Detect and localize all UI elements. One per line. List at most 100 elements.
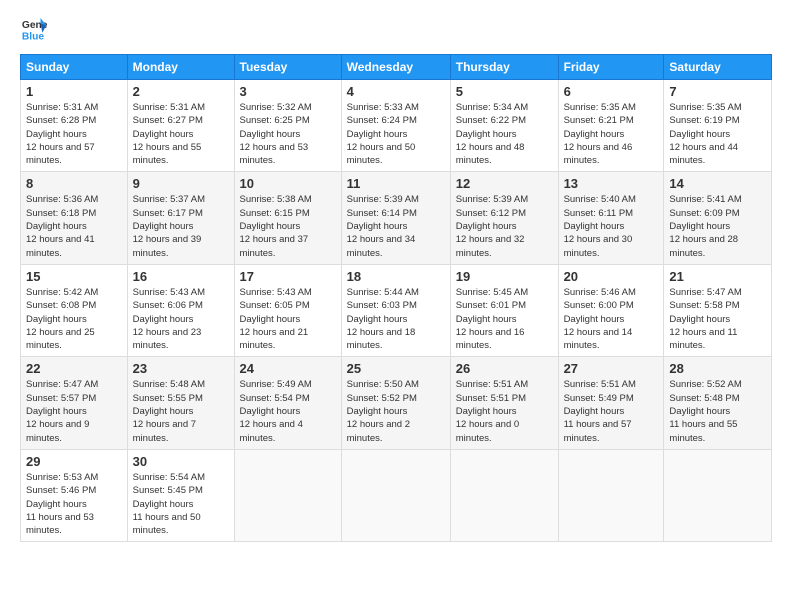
day-info: Sunrise: 5:32 AMSunset: 6:25 PMDaylight … [240, 102, 312, 166]
day-number: 13 [564, 176, 659, 191]
day-info: Sunrise: 5:47 AMSunset: 5:57 PMDaylight … [26, 379, 98, 443]
day-number: 21 [669, 269, 766, 284]
day-number: 24 [240, 361, 336, 376]
day-number: 10 [240, 176, 336, 191]
calendar-cell: 5 Sunrise: 5:34 AMSunset: 6:22 PMDaylight… [450, 80, 558, 172]
day-info: Sunrise: 5:38 AMSunset: 6:15 PMDaylight … [240, 194, 312, 258]
day-number: 11 [347, 176, 445, 191]
day-number: 20 [564, 269, 659, 284]
day-number: 15 [26, 269, 122, 284]
day-info: Sunrise: 5:37 AMSunset: 6:17 PMDaylight … [133, 194, 205, 258]
day-info: Sunrise: 5:34 AMSunset: 6:22 PMDaylight … [456, 102, 528, 166]
weekday-header: Tuesday [234, 55, 341, 80]
day-info: Sunrise: 5:47 AMSunset: 5:58 PMDaylight … [669, 287, 741, 351]
weekday-header: Thursday [450, 55, 558, 80]
weekday-header: Wednesday [341, 55, 450, 80]
calendar-cell: 8 Sunrise: 5:36 AMSunset: 6:18 PMDaylight… [21, 172, 128, 264]
day-info: Sunrise: 5:33 AMSunset: 6:24 PMDaylight … [347, 102, 419, 166]
day-number: 17 [240, 269, 336, 284]
day-info: Sunrise: 5:41 AMSunset: 6:09 PMDaylight … [669, 194, 741, 258]
day-info: Sunrise: 5:50 AMSunset: 5:52 PMDaylight … [347, 379, 419, 443]
calendar-cell: 28 Sunrise: 5:52 AMSunset: 5:48 PMDayligh… [664, 357, 772, 449]
calendar-cell: 17 Sunrise: 5:43 AMSunset: 6:05 PMDayligh… [234, 264, 341, 356]
day-number: 9 [133, 176, 229, 191]
day-number: 14 [669, 176, 766, 191]
day-info: Sunrise: 5:51 AMSunset: 5:49 PMDaylight … [564, 379, 636, 443]
calendar-table: SundayMondayTuesdayWednesdayThursdayFrid… [20, 54, 772, 542]
calendar-cell: 25 Sunrise: 5:50 AMSunset: 5:52 PMDayligh… [341, 357, 450, 449]
day-number: 25 [347, 361, 445, 376]
day-number: 7 [669, 84, 766, 99]
logo-icon: General Blue [20, 16, 48, 44]
day-number: 26 [456, 361, 553, 376]
calendar-cell: 9 Sunrise: 5:37 AMSunset: 6:17 PMDaylight… [127, 172, 234, 264]
day-info: Sunrise: 5:35 AMSunset: 6:21 PMDaylight … [564, 102, 636, 166]
day-number: 23 [133, 361, 229, 376]
calendar-cell: 21 Sunrise: 5:47 AMSunset: 5:58 PMDayligh… [664, 264, 772, 356]
weekday-header: Saturday [664, 55, 772, 80]
day-number: 3 [240, 84, 336, 99]
day-info: Sunrise: 5:45 AMSunset: 6:01 PMDaylight … [456, 287, 528, 351]
day-info: Sunrise: 5:40 AMSunset: 6:11 PMDaylight … [564, 194, 636, 258]
calendar-cell: 23 Sunrise: 5:48 AMSunset: 5:55 PMDayligh… [127, 357, 234, 449]
calendar-cell [664, 449, 772, 541]
day-info: Sunrise: 5:35 AMSunset: 6:19 PMDaylight … [669, 102, 741, 166]
calendar-cell: 14 Sunrise: 5:41 AMSunset: 6:09 PMDayligh… [664, 172, 772, 264]
day-info: Sunrise: 5:44 AMSunset: 6:03 PMDaylight … [347, 287, 419, 351]
day-number: 5 [456, 84, 553, 99]
calendar-cell: 1 Sunrise: 5:31 AMSunset: 6:28 PMDaylight… [21, 80, 128, 172]
day-number: 22 [26, 361, 122, 376]
day-info: Sunrise: 5:48 AMSunset: 5:55 PMDaylight … [133, 379, 205, 443]
day-number: 19 [456, 269, 553, 284]
day-info: Sunrise: 5:36 AMSunset: 6:18 PMDaylight … [26, 194, 98, 258]
day-info: Sunrise: 5:31 AMSunset: 6:28 PMDaylight … [26, 102, 98, 166]
calendar-cell: 7 Sunrise: 5:35 AMSunset: 6:19 PMDaylight… [664, 80, 772, 172]
svg-text:Blue: Blue [22, 31, 45, 42]
calendar-cell: 30 Sunrise: 5:54 AMSunset: 5:45 PMDayligh… [127, 449, 234, 541]
calendar-cell: 27 Sunrise: 5:51 AMSunset: 5:49 PMDayligh… [558, 357, 664, 449]
day-info: Sunrise: 5:52 AMSunset: 5:48 PMDaylight … [669, 379, 741, 443]
calendar-cell: 26 Sunrise: 5:51 AMSunset: 5:51 PMDayligh… [450, 357, 558, 449]
day-info: Sunrise: 5:39 AMSunset: 6:12 PMDaylight … [456, 194, 528, 258]
calendar-cell: 22 Sunrise: 5:47 AMSunset: 5:57 PMDayligh… [21, 357, 128, 449]
day-number: 29 [26, 454, 122, 469]
day-info: Sunrise: 5:43 AMSunset: 6:05 PMDaylight … [240, 287, 312, 351]
calendar-cell: 20 Sunrise: 5:46 AMSunset: 6:00 PMDayligh… [558, 264, 664, 356]
calendar-cell [558, 449, 664, 541]
weekday-header: Sunday [21, 55, 128, 80]
day-number: 1 [26, 84, 122, 99]
day-number: 28 [669, 361, 766, 376]
calendar-cell: 19 Sunrise: 5:45 AMSunset: 6:01 PMDayligh… [450, 264, 558, 356]
calendar-cell [341, 449, 450, 541]
day-number: 18 [347, 269, 445, 284]
calendar-cell: 11 Sunrise: 5:39 AMSunset: 6:14 PMDayligh… [341, 172, 450, 264]
day-info: Sunrise: 5:43 AMSunset: 6:06 PMDaylight … [133, 287, 205, 351]
calendar-cell: 24 Sunrise: 5:49 AMSunset: 5:54 PMDayligh… [234, 357, 341, 449]
day-number: 30 [133, 454, 229, 469]
calendar-cell: 10 Sunrise: 5:38 AMSunset: 6:15 PMDayligh… [234, 172, 341, 264]
day-number: 12 [456, 176, 553, 191]
day-info: Sunrise: 5:51 AMSunset: 5:51 PMDaylight … [456, 379, 528, 443]
calendar-cell: 16Sunrise: 5:43 AMSunset: 6:06 PMDayligh… [127, 264, 234, 356]
day-info: Sunrise: 5:46 AMSunset: 6:00 PMDaylight … [564, 287, 636, 351]
day-info: Sunrise: 5:54 AMSunset: 5:45 PMDaylight … [133, 472, 205, 536]
weekday-header: Friday [558, 55, 664, 80]
calendar-cell [234, 449, 341, 541]
day-number: 8 [26, 176, 122, 191]
calendar-cell [450, 449, 558, 541]
day-info: Sunrise: 5:39 AMSunset: 6:14 PMDaylight … [347, 194, 419, 258]
calendar-cell: 15 Sunrise: 5:42 AMSunset: 6:08 PMDayligh… [21, 264, 128, 356]
calendar-cell: 18 Sunrise: 5:44 AMSunset: 6:03 PMDayligh… [341, 264, 450, 356]
calendar-cell: 29Sunrise: 5:53 AMSunset: 5:46 PMDayligh… [21, 449, 128, 541]
logo: General Blue [20, 16, 48, 44]
day-info: Sunrise: 5:42 AMSunset: 6:08 PMDaylight … [26, 287, 98, 351]
day-number: 27 [564, 361, 659, 376]
calendar-cell: 12 Sunrise: 5:39 AMSunset: 6:12 PMDayligh… [450, 172, 558, 264]
calendar-cell: 2 Sunrise: 5:31 AMSunset: 6:27 PMDaylight… [127, 80, 234, 172]
day-number: 2 [133, 84, 229, 99]
day-info: Sunrise: 5:49 AMSunset: 5:54 PMDaylight … [240, 379, 312, 443]
weekday-header: Monday [127, 55, 234, 80]
day-info: Sunrise: 5:31 AMSunset: 6:27 PMDaylight … [133, 102, 205, 166]
day-number: 6 [564, 84, 659, 99]
calendar-cell: 3 Sunrise: 5:32 AMSunset: 6:25 PMDaylight… [234, 80, 341, 172]
